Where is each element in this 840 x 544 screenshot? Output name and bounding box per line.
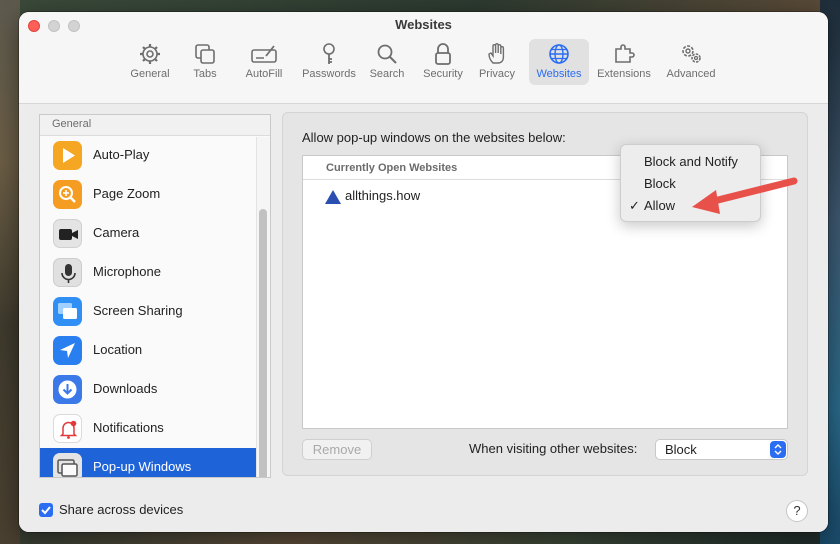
- site-name: allthings.how: [345, 188, 421, 203]
- autofill-icon: [251, 45, 277, 63]
- screen-sharing-icon: [53, 297, 82, 326]
- tab-security[interactable]: Security: [416, 39, 470, 85]
- tab-privacy[interactable]: Privacy: [474, 39, 520, 85]
- desktop-wallpaper-left: [0, 0, 20, 544]
- sidebar-section-header: General: [40, 115, 270, 136]
- sidebar-item-label: Microphone: [93, 264, 161, 279]
- sidebar-item-popup-windows[interactable]: Pop-up Windows: [40, 448, 257, 477]
- lock-icon: [435, 43, 451, 65]
- gears-icon: [682, 45, 701, 63]
- sidebar-item-screen-sharing[interactable]: Screen Sharing: [40, 292, 257, 331]
- sidebar-scrollbar-thumb[interactable]: [259, 209, 267, 477]
- play-icon: [53, 141, 82, 170]
- sidebar-item-location[interactable]: Location: [40, 331, 257, 370]
- checkmark-icon: ✓: [629, 198, 640, 213]
- search-icon: [377, 44, 397, 64]
- tab-passwords[interactable]: Passwords: [297, 39, 361, 85]
- other-websites-select[interactable]: Block: [655, 439, 788, 460]
- tab-security-label: Security: [423, 68, 463, 80]
- tab-passwords-label: Passwords: [302, 68, 356, 80]
- annotation-arrow-icon: [692, 177, 798, 214]
- tab-advanced-label: Advanced: [666, 68, 716, 80]
- tabs-icon: [195, 44, 215, 64]
- sidebar-item-label: Auto-Play: [93, 147, 150, 162]
- key-icon: [323, 43, 335, 64]
- gear-icon: [140, 44, 160, 64]
- sidebar: General Auto-Play Page Zoom Camera Micro…: [39, 114, 271, 478]
- sidebar-item-label: Downloads: [93, 381, 158, 396]
- tab-advanced[interactable]: Advanced: [659, 39, 723, 85]
- sidebar-item-microphone[interactable]: Microphone: [40, 253, 257, 292]
- sidebar-item-label: Camera: [93, 225, 140, 240]
- sidebar-item-label: Notifications: [93, 420, 164, 435]
- share-across-devices-label: Share across devices: [59, 502, 184, 517]
- sidebar-item-label: Screen Sharing: [93, 303, 183, 318]
- menu-item-label: Allow: [644, 198, 676, 213]
- popup-windows-icon: [53, 453, 82, 477]
- sidebar-item-auto-play[interactable]: Auto-Play: [40, 136, 257, 175]
- puzzle-icon: [615, 44, 635, 63]
- select-stepper-icon: [770, 441, 786, 458]
- tab-tabs[interactable]: Tabs: [182, 39, 228, 85]
- preferences-window: Websites General Tabs AutoFill Passwords…: [19, 12, 828, 532]
- sidebar-item-label: Pop-up Windows: [93, 459, 192, 474]
- sidebar-item-notifications[interactable]: Notifications: [40, 409, 257, 448]
- tab-websites[interactable]: Websites: [529, 39, 589, 85]
- menu-item-label: Block and Notify: [644, 154, 738, 169]
- share-across-devices-checkbox[interactable]: [39, 503, 53, 517]
- tab-autofill-label: AutoFill: [245, 68, 283, 80]
- help-button[interactable]: ?: [786, 500, 808, 522]
- tab-extensions[interactable]: Extensions: [593, 39, 655, 85]
- menu-item-block-and-notify[interactable]: Block and Notify: [621, 151, 762, 173]
- hand-icon: [488, 43, 505, 64]
- tab-websites-label: Websites: [536, 68, 582, 80]
- tab-search[interactable]: Search: [365, 39, 409, 85]
- tab-general-label: General: [130, 68, 170, 80]
- tab-general[interactable]: General: [124, 39, 176, 85]
- menu-item-label: Block: [644, 176, 676, 191]
- download-icon: [53, 375, 82, 404]
- other-websites-select-value: Block: [665, 442, 697, 457]
- panel-caption: Allow pop-up windows on the websites bel…: [302, 130, 566, 145]
- sidebar-item-label: Page Zoom: [93, 186, 161, 201]
- zoom-icon: [53, 180, 82, 209]
- window-title: Websites: [395, 17, 452, 32]
- bell-icon: [53, 414, 82, 443]
- checkmark-icon: [41, 506, 51, 515]
- sidebar-item-label: Location: [93, 342, 143, 357]
- sidebar-scrollbar[interactable]: [256, 137, 270, 477]
- globe-icon: [549, 44, 569, 64]
- tab-privacy-label: Privacy: [478, 68, 516, 80]
- location-icon: [53, 336, 82, 365]
- tab-tabs-label: Tabs: [193, 68, 217, 80]
- sidebar-item-downloads[interactable]: Downloads: [40, 370, 257, 409]
- tab-extensions-label: Extensions: [597, 68, 651, 80]
- titlebar: Websites General Tabs AutoFill Passwords…: [19, 12, 828, 104]
- tab-search-label: Search: [369, 68, 405, 80]
- sidebar-item-camera[interactable]: Camera: [40, 214, 257, 253]
- other-websites-label: When visiting other websites:: [469, 441, 638, 456]
- camera-icon: [53, 219, 82, 248]
- remove-button[interactable]: Remove: [302, 439, 372, 460]
- site-favicon-icon: [325, 190, 341, 204]
- sidebar-item-page-zoom[interactable]: Page Zoom: [40, 175, 257, 214]
- microphone-icon: [53, 258, 82, 287]
- tab-autofill[interactable]: AutoFill: [235, 39, 293, 85]
